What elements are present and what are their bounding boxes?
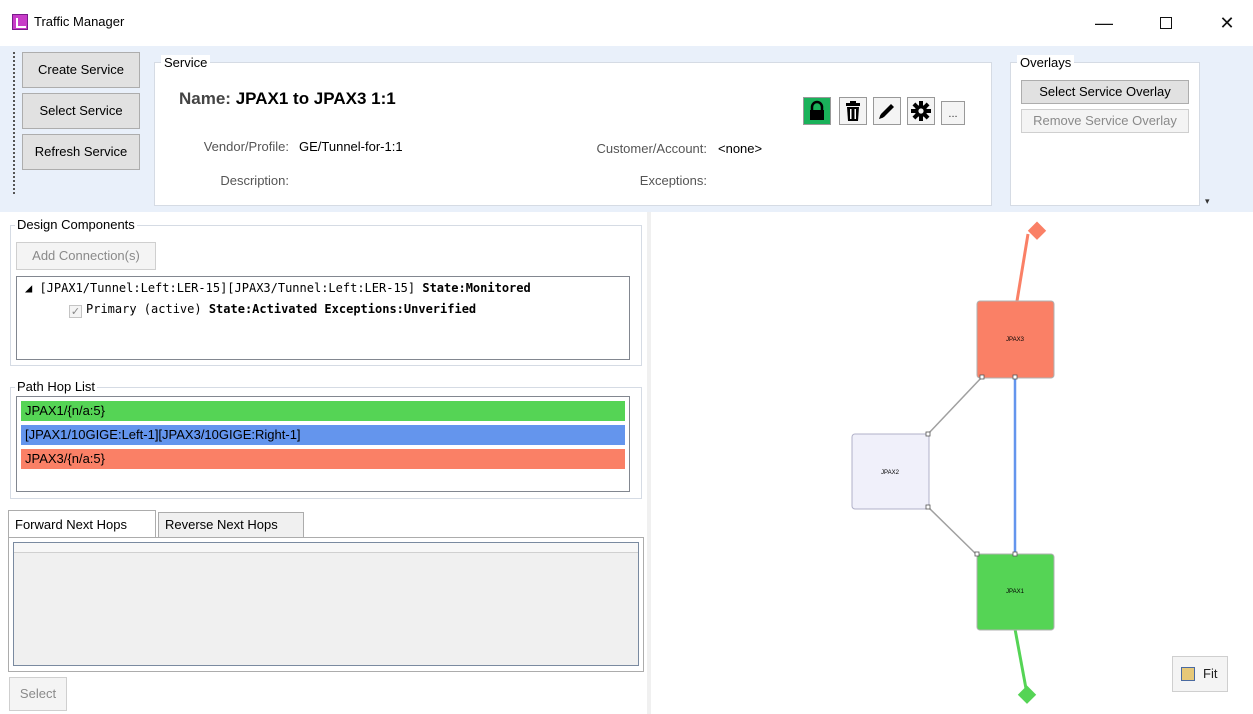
ribbon-grip bbox=[13, 52, 15, 194]
ribbon-collapse-icon[interactable]: ▾ bbox=[1205, 196, 1210, 207]
overlays-group: Overlays Select Service Overlay Remove S… bbox=[1010, 55, 1200, 206]
node-jpax2[interactable]: JPAX2 bbox=[851, 433, 930, 510]
delete-button[interactable] bbox=[839, 97, 867, 125]
fit-button[interactable]: Fit bbox=[1172, 656, 1228, 692]
tab-forward-next-hops[interactable]: Forward Next Hops bbox=[8, 510, 156, 538]
tree-root-item[interactable]: ◢ [JPAX1/Tunnel:Left:LER-15][JPAX3/Tunne… bbox=[25, 281, 531, 295]
service-name: Name: JPAX1 to JPAX3 1:1 bbox=[179, 89, 396, 109]
remove-service-overlay-button[interactable]: Remove Service Overlay bbox=[1021, 109, 1189, 133]
settings-button[interactable] bbox=[907, 97, 935, 125]
port-marker[interactable] bbox=[925, 431, 931, 437]
vendor-label: Vendor/Profile: bbox=[203, 139, 289, 154]
ribbon: Create Service Select Service Refresh Se… bbox=[0, 46, 1253, 212]
jpax3-endpoint-marker[interactable] bbox=[1027, 221, 1047, 240]
vendor-value: GE/Tunnel-for-1:1 bbox=[299, 139, 403, 154]
primary-checkbox[interactable]: ✓ bbox=[69, 305, 82, 318]
create-service-button[interactable]: Create Service bbox=[22, 52, 140, 88]
description-label: Description: bbox=[220, 173, 289, 188]
jpax3-endpoint-link bbox=[1015, 233, 1030, 302]
select-service-button[interactable]: Select Service bbox=[22, 93, 140, 129]
node-jpax3[interactable]: JPAX3 bbox=[976, 300, 1055, 379]
port-marker[interactable] bbox=[1012, 374, 1018, 380]
fit-label: Fit bbox=[1203, 666, 1218, 681]
minimize-button[interactable]: — bbox=[1084, 8, 1124, 38]
tab-reverse-next-hops[interactable]: Reverse Next Hops bbox=[158, 512, 304, 538]
tree-child-label: Primary (active) bbox=[86, 302, 209, 316]
next-hops-tab-body bbox=[8, 537, 644, 672]
overlays-group-label: Overlays bbox=[1017, 55, 1075, 70]
customer-label: Customer/Account: bbox=[596, 141, 707, 156]
tree-child-state: State:Activated Exceptions:Unverified bbox=[208, 302, 477, 316]
lock-icon bbox=[810, 100, 824, 120]
next-hops-grid[interactable] bbox=[13, 542, 639, 666]
path-hop-list-panel: Path Hop List JPAX1/{n/a:5} [JPAX1/10GIG… bbox=[10, 379, 642, 499]
window-title: Traffic Manager bbox=[34, 14, 125, 29]
service-group: Service Name: JPAX1 to JPAX3 1:1 ... Ven… bbox=[154, 55, 992, 206]
close-button[interactable]: ✕ bbox=[1207, 8, 1247, 38]
hop-item[interactable]: JPAX3/{n/a:5} bbox=[21, 449, 625, 469]
gear-icon bbox=[911, 101, 931, 121]
service-group-label: Service bbox=[161, 55, 211, 70]
maximize-icon bbox=[1160, 17, 1172, 29]
node-jpax1[interactable]: JPAX1 bbox=[976, 553, 1055, 631]
path-hop-list-label: Path Hop List bbox=[15, 379, 98, 394]
design-components-panel: Design Components Add Connection(s) ◢ [J… bbox=[10, 217, 642, 366]
refresh-service-button[interactable]: Refresh Service bbox=[22, 134, 140, 170]
app-icon bbox=[12, 14, 28, 30]
path-hop-list: JPAX1/{n/a:5} [JPAX1/10GIGE:Left-1][JPAX… bbox=[16, 396, 630, 492]
maximize-button[interactable] bbox=[1146, 8, 1186, 38]
node-label: JPAX2 bbox=[881, 470, 900, 476]
customer-value: <none> bbox=[718, 141, 763, 156]
select-button[interactable]: Select bbox=[9, 677, 67, 711]
pencil-icon bbox=[879, 104, 894, 119]
port-marker[interactable] bbox=[925, 504, 931, 510]
exceptions-label: Exceptions: bbox=[639, 173, 707, 188]
hop-item[interactable]: [JPAX1/10GIGE:Left-1][JPAX3/10GIGE:Right… bbox=[21, 425, 625, 445]
edit-button[interactable] bbox=[873, 97, 901, 125]
trash-icon bbox=[846, 101, 860, 121]
port-marker[interactable] bbox=[1012, 551, 1018, 557]
port-marker[interactable] bbox=[979, 374, 985, 380]
hop-item[interactable]: JPAX1/{n/a:5} bbox=[21, 401, 625, 421]
service-name-label: Name: bbox=[179, 89, 231, 108]
title-bar: Traffic Manager — ✕ bbox=[0, 0, 1253, 46]
jpax1-endpoint-link bbox=[1013, 628, 1029, 695]
jpax1-endpoint-marker[interactable] bbox=[1017, 685, 1037, 704]
connection-tree: ◢ [JPAX1/Tunnel:Left:LER-15][JPAX3/Tunne… bbox=[16, 276, 630, 360]
lock-button[interactable] bbox=[803, 97, 831, 125]
link-jpax2-jpax1[interactable] bbox=[927, 506, 978, 556]
next-hops-grid-header bbox=[14, 543, 638, 553]
node-label: JPAX3 bbox=[1006, 337, 1025, 343]
port-marker[interactable] bbox=[974, 551, 980, 557]
service-name-value: JPAX1 to JPAX3 1:1 bbox=[235, 89, 396, 108]
tree-root-label: ◢ [JPAX1/Tunnel:Left:LER-15][JPAX3/Tunne… bbox=[25, 281, 423, 295]
topology-graph[interactable]: JPAX3 JPAX2 JPAX1 bbox=[651, 212, 1253, 714]
tree-child-item[interactable]: ✓ Primary (active) State:Activated Except… bbox=[69, 302, 476, 318]
more-button[interactable]: ... bbox=[941, 101, 965, 125]
select-service-overlay-button[interactable]: Select Service Overlay bbox=[1021, 80, 1189, 104]
add-connections-button[interactable]: Add Connection(s) bbox=[16, 242, 156, 270]
fit-icon bbox=[1181, 667, 1195, 681]
node-label: JPAX1 bbox=[1006, 589, 1025, 595]
link-jpax3-jpax2[interactable] bbox=[927, 376, 983, 435]
design-components-label: Design Components bbox=[15, 217, 137, 232]
tree-root-state: State:Monitored bbox=[422, 281, 531, 295]
